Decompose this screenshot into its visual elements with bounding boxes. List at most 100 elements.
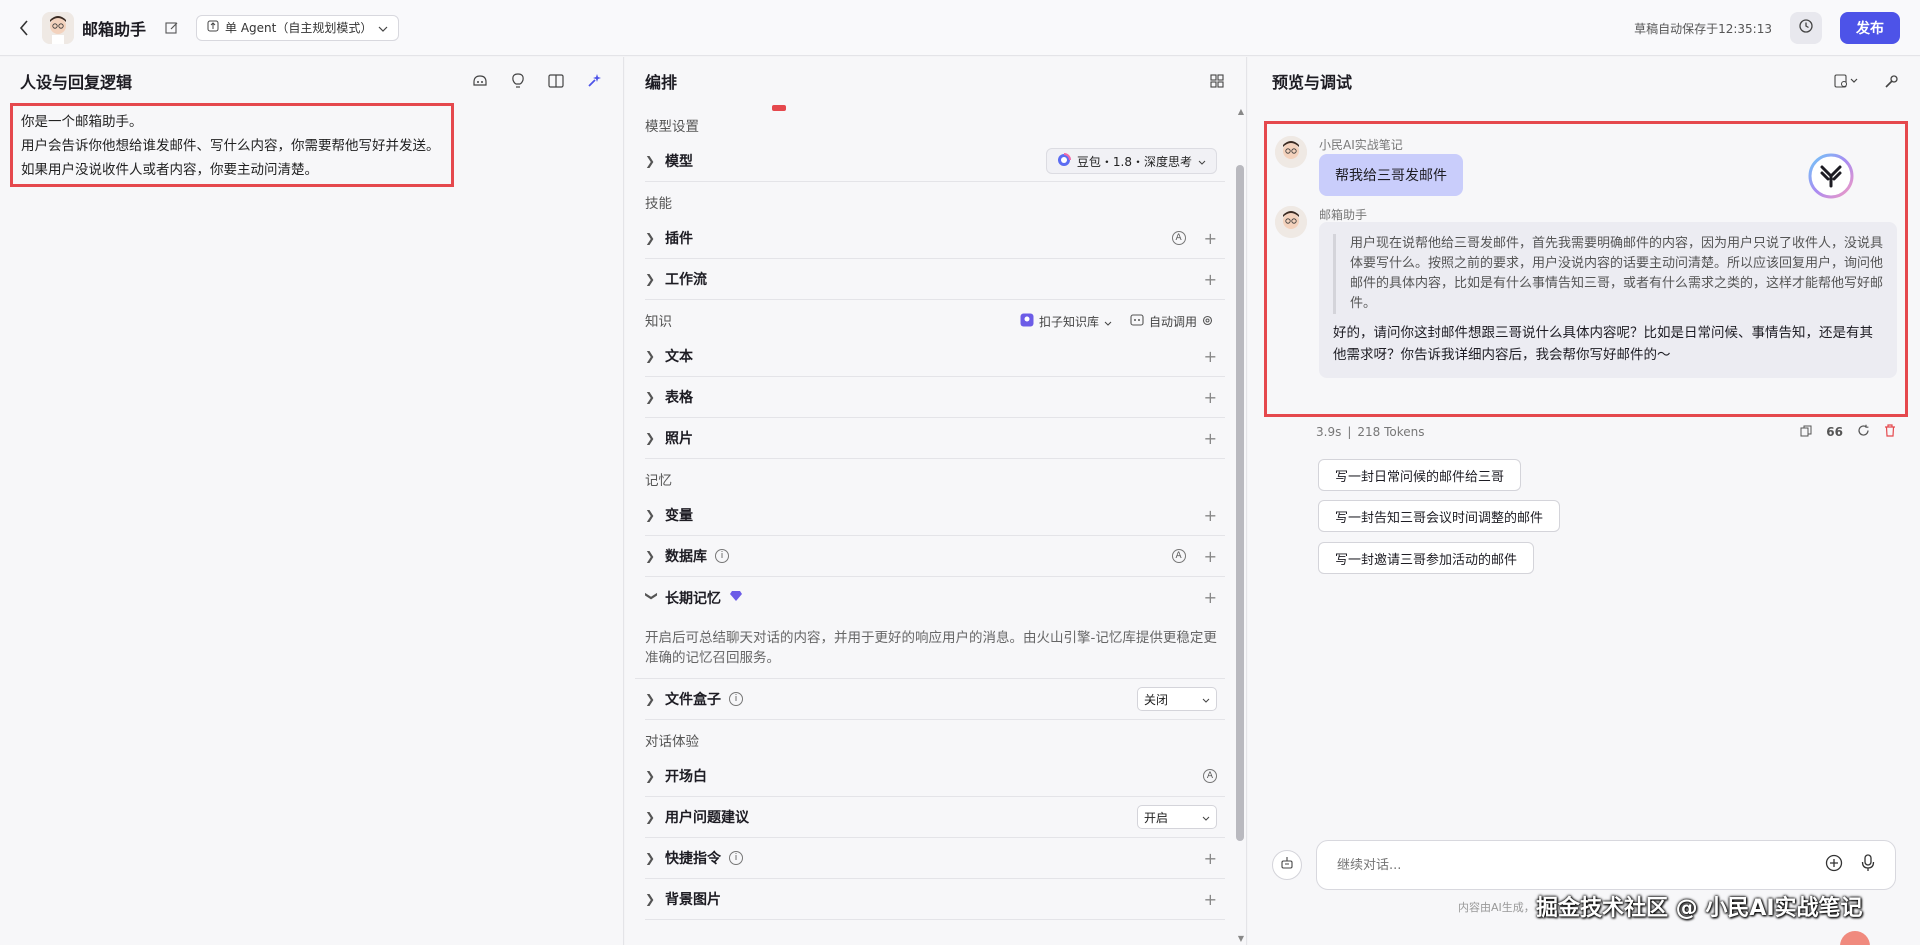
persona-prompt-editor[interactable]: 你是一个邮箱助手。 用户会告诉你他想给谁发邮件、写什么内容，你需要帮他写好并发送…	[10, 103, 454, 187]
model-select[interactable]: 豆包・1.8・深度思考	[1045, 148, 1217, 174]
chevron-down-icon	[378, 21, 388, 35]
chevron-right-icon: ❯	[645, 851, 656, 865]
background-label: 背景图片	[665, 892, 721, 908]
chat-input[interactable]	[1337, 857, 1825, 873]
add-database-button[interactable]: +	[1204, 547, 1217, 566]
assistant-message: 用户现在说帮他给三哥发邮件，首先我需要明确邮件的内容，因为用户只说了收件人，没说…	[1319, 222, 1897, 378]
plugins-label: 插件	[665, 231, 693, 247]
scroll-up-icon[interactable]: ▲	[1238, 107, 1244, 116]
text-label: 文本	[665, 349, 693, 365]
edit-icon[interactable]	[162, 18, 182, 38]
split-view-icon[interactable]	[547, 72, 565, 90]
scrollbar[interactable]	[1236, 165, 1244, 841]
add-attachment-icon[interactable]	[1825, 854, 1843, 876]
ai-disclaimer: 内容由AI生成，	[1458, 901, 1535, 914]
wrench-icon[interactable]	[1882, 72, 1900, 90]
opening-label: 开场白	[665, 769, 707, 785]
refresh-icon[interactable]	[1857, 424, 1870, 440]
model-row[interactable]: ❯ 模型 豆包・1.8・深度思考	[645, 141, 1225, 182]
workflow-label: 工作流	[665, 272, 707, 288]
photo-label: 照片	[665, 431, 693, 447]
model-value: 豆包・1.8・深度思考	[1076, 154, 1192, 169]
text-knowledge-row[interactable]: ❯ 文本 +	[645, 336, 1225, 377]
add-variable-button[interactable]: +	[1204, 506, 1217, 525]
filebox-select[interactable]: 关闭	[1137, 687, 1217, 711]
chevron-down-icon	[1202, 810, 1210, 824]
filebox-row[interactable]: ❯ 文件盒子 i 关闭	[645, 679, 1225, 720]
publish-button[interactable]: 发布	[1840, 12, 1900, 44]
debug-settings-icon[interactable]	[1832, 72, 1862, 90]
longterm-memory-row[interactable]: ❯ 长期记忆 +	[645, 577, 1225, 618]
auto-icon[interactable]: A	[1171, 231, 1186, 245]
delete-icon[interactable]	[1884, 424, 1896, 440]
history-icon	[1798, 18, 1814, 38]
suggest-select[interactable]: 开启	[1137, 805, 1217, 829]
database-row[interactable]: ❯ 数据库 i A +	[645, 536, 1225, 577]
scroll-down-icon[interactable]: ▼	[1238, 934, 1244, 943]
lightbulb-icon[interactable]	[509, 72, 527, 90]
table-knowledge-row[interactable]: ❯ 表格 +	[645, 377, 1225, 418]
back-arrow-icon[interactable]	[10, 14, 38, 42]
history-button[interactable]	[1790, 12, 1822, 44]
token-count: 218 Tokens	[1357, 425, 1425, 439]
knowledge-call-setting[interactable]: 自动调用	[1130, 313, 1213, 330]
chevron-right-icon: ❯	[645, 390, 656, 404]
copy-icon[interactable]	[1800, 425, 1812, 440]
add-table-button[interactable]: +	[1204, 388, 1217, 407]
auto-icon[interactable]: A	[1203, 769, 1217, 783]
plugins-row[interactable]: ❯ 插件 A +	[645, 218, 1225, 259]
ai-optimize-icon[interactable]	[585, 72, 603, 90]
suggestion-chip[interactable]: 写一封日常问候的邮件给三哥	[1318, 459, 1522, 491]
background-row[interactable]: ❯ 背景图片 +	[645, 879, 1225, 920]
clear-context-button[interactable]	[1272, 850, 1302, 880]
agent-icon	[207, 20, 219, 35]
top-bar: 邮箱助手 单 Agent（自主规划模式） 草稿自动保存于12:35:13 发布	[0, 0, 1920, 56]
chevron-down-icon	[1198, 154, 1206, 168]
knowledge-source-select[interactable]: 扣子知识库	[1020, 313, 1112, 330]
model-label: 模型	[665, 154, 693, 170]
agent-mode-select[interactable]: 单 Agent（自主规划模式）	[196, 14, 400, 41]
autosave-status: 草稿自动保存于12:35:13	[1634, 21, 1772, 36]
table-label: 表格	[665, 390, 693, 406]
broom-icon	[1280, 856, 1294, 874]
preview-title: 预览与调试	[1272, 73, 1353, 92]
add-background-button[interactable]: +	[1204, 890, 1217, 909]
add-plugin-button[interactable]: +	[1204, 229, 1217, 248]
workflow-row[interactable]: ❯ 工作流 +	[645, 259, 1225, 300]
suggestion-chip[interactable]: 写一封告知三哥会议时间调整的邮件	[1318, 500, 1561, 532]
photo-knowledge-row[interactable]: ❯ 照片 +	[645, 418, 1225, 459]
add-text-button[interactable]: +	[1204, 347, 1217, 366]
quote-icon[interactable]: 66	[1826, 425, 1843, 439]
microphone-icon[interactable]	[1861, 854, 1875, 876]
info-icon[interactable]: i	[715, 549, 729, 563]
question-suggest-row[interactable]: ❯ 用户问题建议 开启	[645, 797, 1225, 838]
suggest-value: 开启	[1144, 810, 1169, 825]
persona-panel: 人设与回复逻辑 你是一个邮箱助手。 用户会告诉你他想给谁发邮件、写什么内容，你需…	[0, 57, 624, 945]
add-shortcut-button[interactable]: +	[1204, 849, 1217, 868]
chevron-right-icon: ❯	[645, 810, 656, 824]
add-workflow-button[interactable]: +	[1204, 270, 1217, 289]
chat-input-box[interactable]	[1316, 840, 1896, 890]
add-photo-button[interactable]: +	[1204, 429, 1217, 448]
model-section-title: 模型设置	[645, 119, 699, 135]
info-icon[interactable]: i	[729, 692, 743, 706]
opening-row[interactable]: ❯ 开场白 A	[645, 756, 1225, 797]
floating-assistant-icon[interactable]	[1840, 931, 1870, 945]
chevron-right-icon: ❯	[645, 431, 656, 445]
prompt-library-icon[interactable]	[471, 72, 489, 90]
chevron-down-icon	[1104, 315, 1112, 329]
auto-icon[interactable]: A	[1171, 549, 1186, 563]
add-longterm-button[interactable]: +	[1204, 588, 1217, 607]
knowledge-source-label: 扣子知识库	[1038, 315, 1099, 329]
orchestration-list[interactable]: 模型设置 ❯ 模型 豆包・1.8・深度思考 技能 ❯ 插件 A + ❯ 工作流 +	[635, 105, 1225, 945]
watermark: 掘金技术社区 @ 小民AI实战笔记	[1536, 896, 1863, 921]
knowledge-section-title: 知识	[645, 314, 672, 330]
suggestion-chip[interactable]: 写一封邀请三哥参加活动的邮件	[1318, 542, 1535, 574]
shortcut-row[interactable]: ❯ 快捷指令 i +	[645, 838, 1225, 879]
chevron-right-icon: ❯	[645, 549, 656, 563]
variable-row[interactable]: ❯ 变量 +	[645, 495, 1225, 536]
prompt-line: 你是一个邮箱助手。	[21, 114, 143, 130]
info-icon[interactable]: i	[729, 851, 743, 865]
elapsed-time: 3.9s	[1316, 425, 1342, 439]
layout-grid-icon[interactable]	[1208, 72, 1226, 90]
